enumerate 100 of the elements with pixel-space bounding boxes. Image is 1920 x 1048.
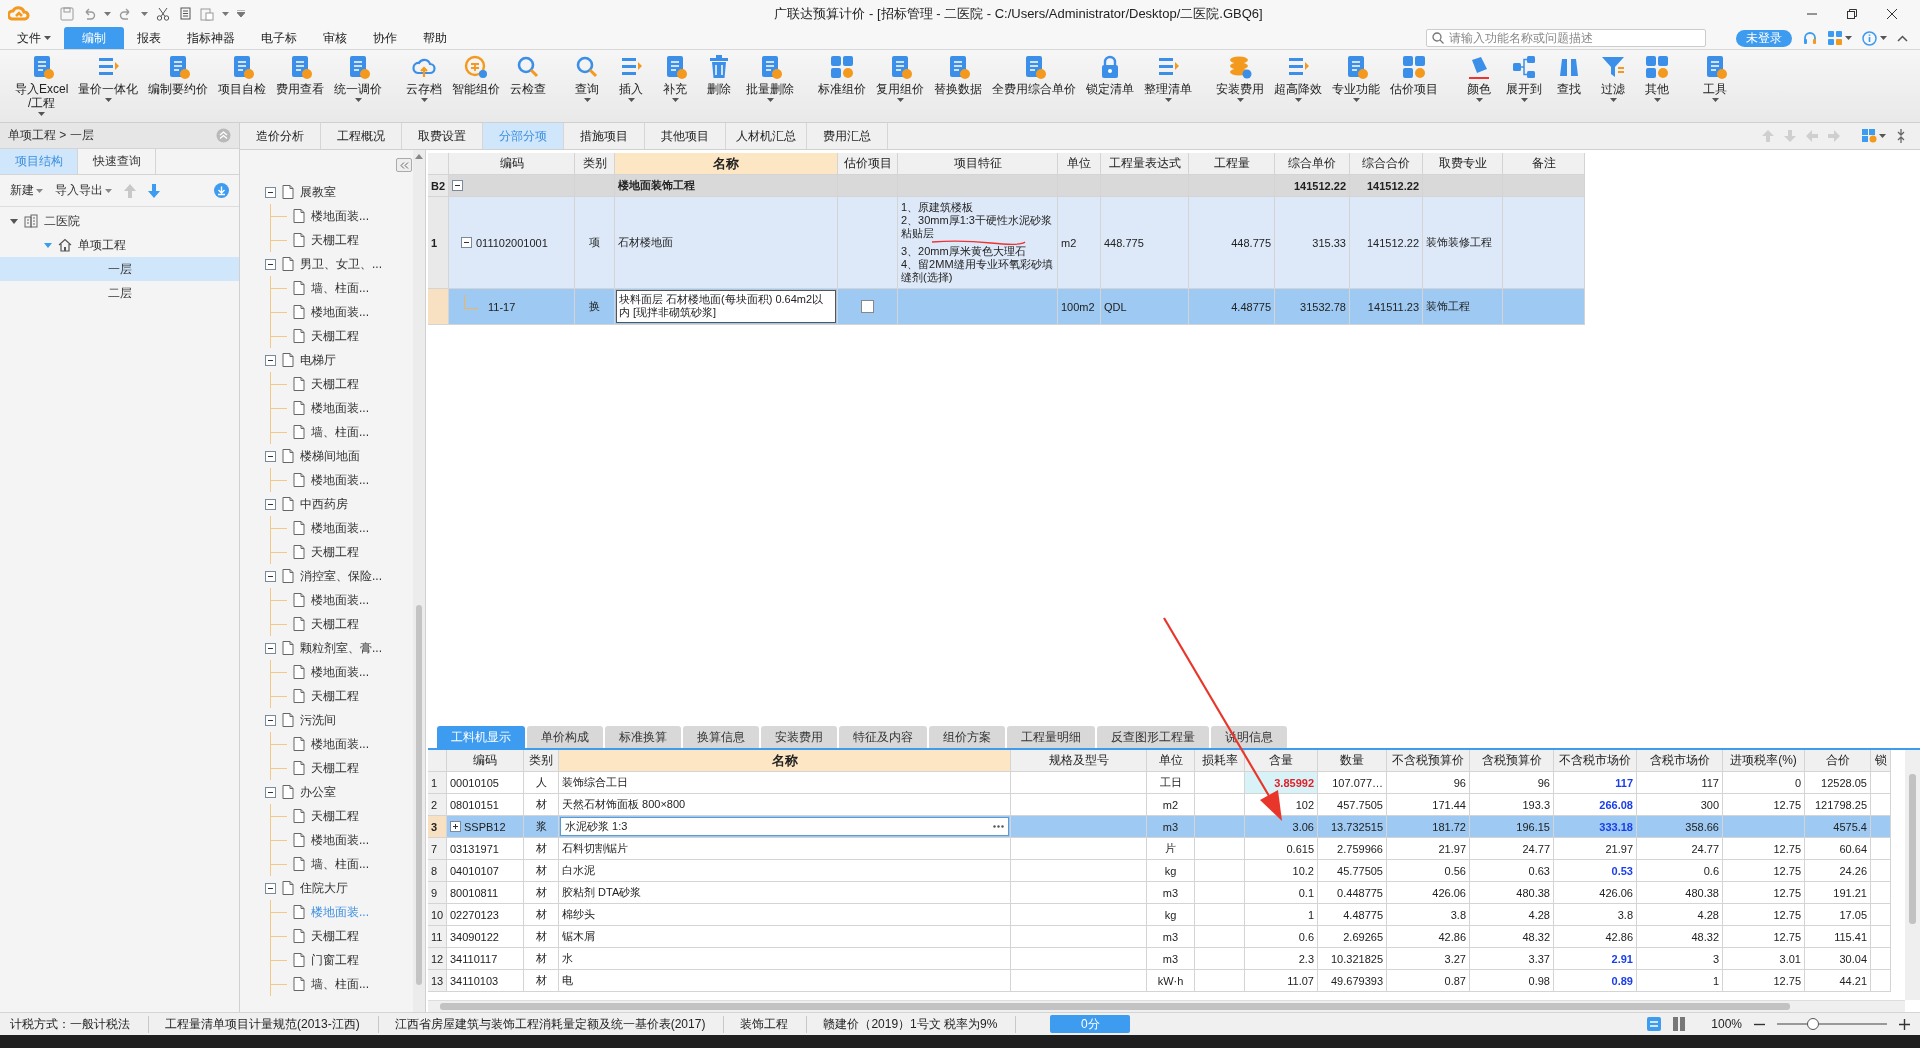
toolbar-button[interactable]: 整理清单 (1139, 54, 1198, 102)
tree-item[interactable]: 楼梯间地面 (240, 444, 412, 468)
tab[interactable]: 组价方案 (929, 726, 1005, 748)
tree-item[interactable]: 展教室 (240, 180, 412, 204)
toolbar-button[interactable]: 查找 (1547, 54, 1592, 96)
tree-item[interactable]: 消控室、保险... (240, 564, 412, 588)
toolbar-button[interactable]: 估价项目 (1385, 54, 1444, 96)
customize-icon[interactable] (237, 10, 245, 17)
tree-item[interactable]: 门窗工程 (271, 948, 412, 972)
tree-item[interactable]: 楼地面装... (271, 300, 412, 324)
slider-thumb[interactable] (1807, 1018, 1820, 1030)
row-header[interactable]: 8 (428, 860, 447, 882)
copy-button[interactable] (178, 6, 192, 21)
menu-item[interactable]: 协作 (360, 27, 410, 49)
table-row[interactable]: 3 SSPB12 浆 水泥砂浆 1:3 m3 3.06 13.732515 181.72 196.15 333.18 358.66 4575.4 (428, 816, 1891, 838)
move-down-button[interactable] (148, 183, 160, 198)
toolbar-button[interactable]: 专业功能 (1327, 54, 1386, 102)
toolbar-button[interactable]: 云存档 (401, 54, 448, 102)
zoom-in-icon[interactable] (1899, 1018, 1910, 1030)
tree-item[interactable]: 楼地面装... (271, 732, 412, 756)
table-row[interactable]: 13 34110103 材 电 kW·h 11.07 49.679393 0.87 0.98 0.89 1 12.75 44.21 (428, 970, 1891, 992)
tab[interactable]: 费用汇总 (807, 123, 888, 149)
menu-item[interactable]: 文件 (4, 27, 64, 49)
row-header[interactable]: 3 (428, 816, 447, 838)
apps-icon[interactable] (1828, 31, 1842, 45)
toolbar-button[interactable]: 项目自检 (213, 54, 272, 96)
row-header[interactable]: 1 (428, 197, 449, 289)
collapse-icon[interactable] (265, 642, 276, 654)
collapse-icon[interactable] (461, 237, 472, 248)
row-header[interactable]: 9 (428, 882, 447, 904)
collapse-icon[interactable] (265, 570, 276, 582)
tree-item[interactable]: 天棚工程 (271, 612, 412, 636)
tree-item[interactable]: 二层 (0, 281, 239, 305)
row-header[interactable]: 10 (428, 904, 447, 926)
toolbar-button[interactable]: 批量删除 (741, 54, 800, 102)
columns-view-icon[interactable] (1673, 1017, 1686, 1031)
name-input[interactable]: 块料面层 石材楼地面(每块面积) 0.64m2以内 [现拌非砌筑砂浆] (616, 290, 836, 323)
expanded-caret-icon[interactable] (10, 217, 18, 225)
collapse-icon[interactable] (265, 882, 276, 894)
menu-item[interactable]: 帮助 (410, 27, 460, 49)
row-header[interactable]: 11 (428, 926, 447, 948)
toolbar-button[interactable]: 导入Excel /工程 (10, 54, 74, 116)
tree-item[interactable]: 天棚工程 (271, 324, 412, 348)
download-icon[interactable] (214, 183, 229, 198)
tab[interactable]: 反查图形工程量 (1097, 726, 1209, 748)
horizontal-scrollbar[interactable] (428, 1000, 1905, 1012)
collapse-icon[interactable] (452, 180, 463, 191)
tree-item[interactable]: 住院大厅 (240, 876, 412, 900)
table-row[interactable]: 12 34110117 材 水 m3 2.3 10.321825 3.27 3.37 2.91 3 3.01 30.04 (428, 948, 1891, 970)
tree-item[interactable]: 楼地面装... (271, 468, 412, 492)
toolbar-button[interactable]: 标准组价 (813, 54, 872, 96)
column-header[interactable]: 合价 (1805, 750, 1871, 772)
search-field[interactable]: 请输入功能名称或问题描述 (1426, 29, 1706, 47)
toolbar-button[interactable]: 统一调价 (329, 54, 388, 102)
tree-item[interactable]: 楼地面装... (271, 204, 412, 228)
column-header[interactable]: 进项税率(%) (1723, 750, 1805, 772)
tree-item[interactable]: 二医院 (0, 209, 239, 233)
collapse-icon[interactable] (265, 714, 276, 726)
tree-item[interactable]: 天棚工程 (271, 756, 412, 780)
collapse-panel-icon[interactable] (216, 128, 231, 143)
name-input[interactable]: 水泥砂浆 1:3 (560, 817, 1009, 836)
checkbox[interactable] (861, 300, 874, 313)
tree-item[interactable]: 办公室 (240, 780, 412, 804)
toolbar-button[interactable]: 费用查看 (271, 54, 330, 96)
row-header[interactable]: 13 (428, 970, 447, 992)
toolbar-button[interactable]: 复用组价 (871, 54, 930, 102)
row-header[interactable]: 12 (428, 948, 447, 970)
toolbar-button[interactable]: 量价一体化 (73, 54, 144, 102)
collapse-ribbon-icon[interactable] (1897, 34, 1908, 42)
menu-item[interactable]: 报表 (124, 27, 174, 49)
tab[interactable]: 工程概况 (321, 123, 402, 149)
tree-item[interactable]: 墙、柱面... (271, 852, 412, 876)
column-header[interactable]: 损耗率 (1195, 750, 1245, 772)
tree-item[interactable]: 男卫、女卫、... (240, 252, 412, 276)
tree-item[interactable]: 一层 (0, 257, 239, 281)
split-icon[interactable] (1896, 129, 1906, 143)
table-row[interactable]: 11-17 换 块料面层 石材楼地面(每块面积) 0.64m2以内 [现拌非砌筑砂浆] 100m2 QDL 4.48775 31532.78 141511.23 装饰工程 (428, 289, 1585, 325)
tree-item[interactable]: 天棚工程 (271, 540, 412, 564)
tree-item[interactable]: 中西药房 (240, 492, 412, 516)
collapse-button[interactable] (396, 158, 412, 172)
tree-item[interactable]: 楼地面装... (271, 828, 412, 852)
toolbar-button[interactable]: 查询 (565, 54, 610, 102)
tree-item[interactable]: 楼地面装... (271, 588, 412, 612)
headset-icon[interactable] (1802, 30, 1818, 46)
table-row[interactable]: 1 00010105 人 装饰综合工日 工日 3.85992 107.077… 96 96 117 117 0 12528.05 (428, 772, 1891, 794)
toolbar-button[interactable]: 替换数据 (929, 54, 988, 96)
toolbar-button[interactable]: 过滤 (1591, 54, 1636, 102)
tree-item[interactable]: 电梯厅 (240, 348, 412, 372)
tree-item[interactable]: 楼地面装... (271, 516, 412, 540)
toolbar-button[interactable]: 展开到 (1501, 54, 1548, 102)
menu-item[interactable]: 指标神器 (174, 27, 248, 49)
toolbar-button[interactable]: 安装费用 (1211, 54, 1270, 102)
panel-tab[interactable]: 快速查询 (78, 149, 156, 174)
tree-item[interactable]: 墙、柱面... (271, 972, 412, 996)
table-row[interactable]: 8 04010107 材 白水泥 kg 10.2 45.77505 0.56 0.63 0.53 0.6 12.75 24.26 (428, 860, 1891, 882)
collapse-icon[interactable] (265, 450, 276, 462)
menu-item[interactable]: 电子标 (248, 27, 310, 49)
table-row[interactable]: 10 02270123 材 棉纱头 kg 1 4.48775 3.8 4.28 3.8 4.28 12.75 17.05 (428, 904, 1891, 926)
expand-icon[interactable] (450, 821, 461, 832)
tree-item[interactable]: 天棚工程 (271, 372, 412, 396)
